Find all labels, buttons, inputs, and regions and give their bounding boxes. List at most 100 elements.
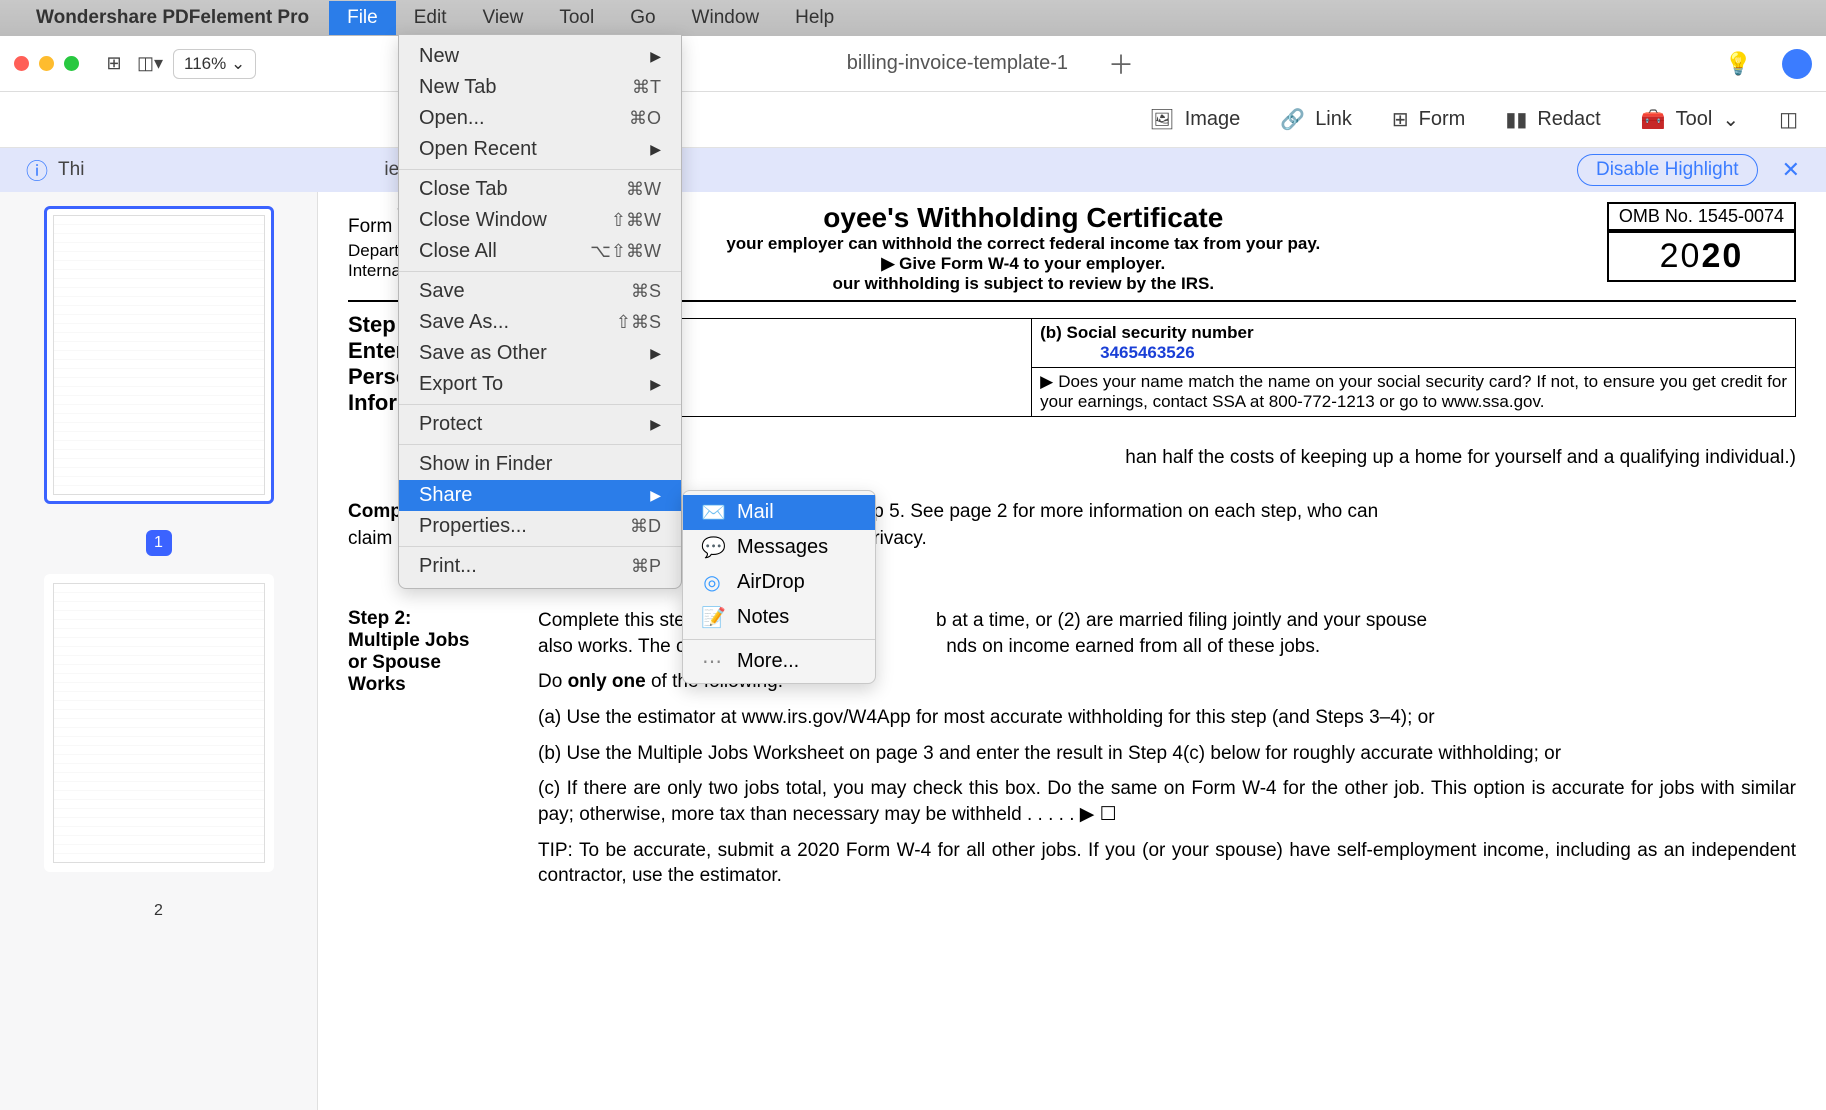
- close-window-icon[interactable]: [14, 56, 29, 71]
- document-tab[interactable]: billing-invoice-template-1: [847, 52, 1068, 75]
- file-menu-export-to[interactable]: Export To▶: [399, 369, 681, 405]
- ssn-field[interactable]: 3465463526: [1040, 343, 1195, 362]
- panel-toggle-icon[interactable]: ◫: [1779, 107, 1798, 132]
- zoom-dropdown[interactable]: 116% ⌄: [173, 49, 256, 79]
- menu-item-label: Properties...: [419, 515, 527, 538]
- menu-file[interactable]: File: [329, 1, 396, 35]
- messages-icon: 💬: [701, 535, 723, 560]
- menu-go[interactable]: Go: [612, 1, 673, 35]
- account-avatar-icon[interactable]: [1782, 49, 1812, 79]
- airdrop-icon: ◎: [701, 570, 723, 595]
- toolbox-icon: 🧰: [1641, 107, 1666, 132]
- menu-item-label: Close All: [419, 240, 497, 263]
- complete-tail-2: rivacy.: [873, 528, 926, 549]
- app-name[interactable]: Wondershare PDFelement Pro: [36, 7, 309, 29]
- menu-view[interactable]: View: [464, 1, 541, 35]
- file-menu-show-in-finder[interactable]: Show in Finder: [399, 449, 681, 480]
- sidebar-toggle-icon[interactable]: ◫▾: [137, 51, 163, 77]
- file-menu-save-as-other[interactable]: Save as Other▶: [399, 338, 681, 369]
- share-airdrop-label: AirDrop: [737, 571, 805, 594]
- menu-item-label: New Tab: [419, 76, 496, 99]
- file-menu-save-as-[interactable]: Save As... ⇧⌘S: [399, 307, 681, 338]
- disable-highlight-button[interactable]: Disable Highlight: [1577, 154, 1758, 186]
- share-notes[interactable]: 📝 Notes: [683, 600, 875, 635]
- shortcut-label: ⇧⌘S: [616, 312, 661, 333]
- thumbnail-grid-icon[interactable]: ⊞: [101, 51, 127, 77]
- file-menu-new-tab[interactable]: New Tab⌘T: [399, 72, 681, 103]
- tool-form[interactable]: ⊞Form: [1392, 107, 1465, 132]
- menu-item-label: Close Window: [419, 209, 547, 232]
- menubar: Wondershare PDFelement Pro File Edit Vie…: [0, 0, 1826, 36]
- link-icon: 🔗: [1280, 107, 1305, 132]
- new-tab-button[interactable]: ＋: [1108, 45, 1134, 82]
- thumbnail-preview: [53, 215, 265, 495]
- form-title: oyee's Withholding Certificate: [726, 202, 1320, 234]
- share-airdrop[interactable]: ◎ AirDrop: [683, 565, 875, 600]
- redact-icon: ▮▮: [1505, 107, 1527, 132]
- menu-item-label: Save As...: [419, 311, 509, 334]
- shortcut-label: ⇧⌘W: [611, 210, 661, 231]
- share-more-label: More...: [737, 650, 799, 673]
- form-instruction-2: ▶ Give Form W-4 to your employer.: [881, 254, 1165, 273]
- file-menu-share[interactable]: Share▶: [399, 480, 681, 511]
- form-highlight-banner: ⓘ Thi ields. Disable Highlight ✕: [0, 148, 1826, 192]
- tool-redact[interactable]: ▮▮Redact: [1505, 107, 1600, 132]
- image-icon: 🖼: [1149, 107, 1174, 132]
- mail-icon: ✉️: [701, 500, 723, 525]
- s2-option-c: (c) If there are only two jobs total, yo…: [538, 776, 1796, 827]
- tool-link-label: Link: [1315, 108, 1352, 131]
- menu-item-label: Protect: [419, 413, 482, 436]
- s2-option-a: (a) Use the estimator at www.irs.gov/W4A…: [538, 705, 1796, 731]
- close-banner-icon[interactable]: ✕: [1782, 157, 1800, 183]
- notes-icon: 📝: [701, 605, 723, 630]
- file-menu-new[interactable]: New▶: [399, 41, 681, 72]
- file-menu-close-tab[interactable]: Close Tab⌘W: [399, 174, 681, 205]
- minimize-window-icon[interactable]: [39, 56, 54, 71]
- s2-tip: TIP: To be accurate, submit a 2020 Form …: [538, 838, 1796, 889]
- step2-label: Step 2:: [348, 608, 498, 630]
- tips-icon[interactable]: 💡: [1725, 51, 1752, 77]
- tool-link[interactable]: 🔗 Link: [1280, 107, 1352, 132]
- file-menu-properties-[interactable]: Properties... ⌘D: [399, 511, 681, 547]
- titlebar: ⊞ ◫▾ 116% ⌄ billing-invoice-template-1 ＋…: [0, 36, 1826, 92]
- submenu-arrow-icon: ▶: [650, 345, 661, 362]
- share-notes-label: Notes: [737, 606, 789, 629]
- menu-edit[interactable]: Edit: [396, 1, 465, 35]
- ssn-card-note: ▶ Does your name match the name on your …: [1032, 368, 1796, 417]
- page-number-label: 2: [146, 898, 172, 924]
- toolbar: 🖼Image 🔗Link ⊞Form ▮▮Redact 🧰Tool⌄ ◫: [0, 92, 1826, 148]
- tool-more[interactable]: 🧰Tool⌄: [1641, 107, 1739, 132]
- tool-form-label: Form: [1419, 108, 1466, 131]
- info-icon: ⓘ: [26, 154, 48, 186]
- file-menu-open-recent[interactable]: Open Recent▶: [399, 134, 681, 170]
- page-thumbnail-2[interactable]: [44, 574, 274, 872]
- shortcut-label: ⌘O: [629, 108, 661, 129]
- step2-line2: Multiple Jobs: [348, 630, 498, 652]
- share-messages[interactable]: 💬 Messages: [683, 530, 875, 565]
- file-menu-save[interactable]: Save⌘S: [399, 276, 681, 307]
- step2-line4: Works: [348, 674, 498, 696]
- tax-year: 2020: [1607, 231, 1796, 282]
- menu-help[interactable]: Help: [777, 1, 852, 35]
- tool-image[interactable]: 🖼 Image: [1149, 107, 1240, 132]
- shortcut-label: ⌘D: [630, 516, 661, 537]
- file-menu-print-[interactable]: Print...⌘P: [399, 551, 681, 582]
- share-messages-label: Messages: [737, 536, 828, 559]
- share-more[interactable]: ⋯ More...: [683, 644, 875, 679]
- file-menu-protect[interactable]: Protect▶: [399, 409, 681, 445]
- menu-item-label: New: [419, 45, 459, 68]
- zoom-window-icon[interactable]: [64, 56, 79, 71]
- page-thumbnail-1[interactable]: [44, 206, 274, 504]
- submenu-arrow-icon: ▶: [650, 376, 661, 393]
- tool-image-label: Image: [1185, 108, 1241, 131]
- menu-item-label: Close Tab: [419, 178, 508, 201]
- share-mail[interactable]: ✉️Mail: [683, 495, 875, 530]
- menu-tool[interactable]: Tool: [541, 1, 612, 35]
- file-menu-close-window[interactable]: Close Window ⇧⌘W: [399, 205, 681, 236]
- file-menu-open-[interactable]: Open...⌘O: [399, 103, 681, 134]
- file-menu-close-all[interactable]: Close All⌥⇧⌘W: [399, 236, 681, 272]
- menu-window[interactable]: Window: [674, 1, 778, 35]
- more-icon: ⋯: [701, 649, 723, 674]
- tool-more-label: Tool: [1676, 108, 1713, 131]
- s2-текintro-d: nds on income earned from all of these j…: [946, 636, 1320, 657]
